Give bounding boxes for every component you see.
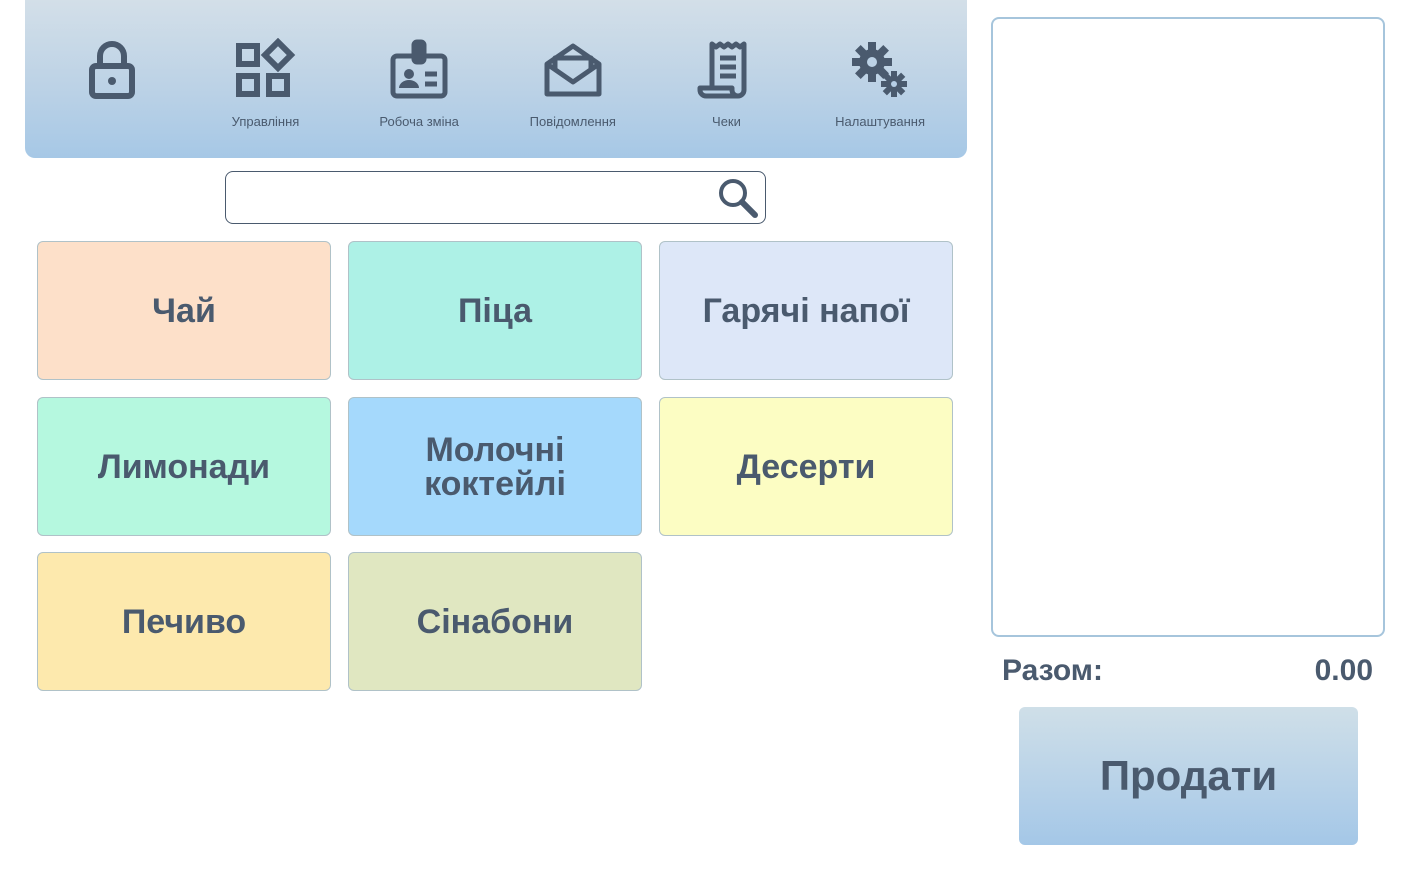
receipt-icon	[694, 38, 758, 102]
settings-button[interactable]: Налаштування	[805, 0, 955, 158]
top-toolbar: Управління Робоча зміна Повідомлення Чек…	[25, 0, 967, 158]
total-value: 0.00	[1314, 654, 1373, 687]
id-badge-icon	[387, 38, 451, 102]
category-pizza[interactable]: Піца	[348, 241, 642, 380]
widgets-icon	[233, 38, 297, 102]
settings-label: Налаштування	[835, 114, 926, 129]
category-tea[interactable]: Чай	[37, 241, 331, 380]
category-hot-drinks[interactable]: Гарячі напої	[659, 241, 953, 380]
gears-icon	[848, 38, 912, 102]
total-label: Разом:	[1002, 654, 1103, 687]
receipts-label: Чеки	[712, 114, 741, 129]
search-box	[225, 171, 766, 224]
category-desserts[interactable]: Десерти	[659, 397, 953, 536]
lock-button[interactable]	[37, 0, 187, 158]
category-cinnabons[interactable]: Сінабони	[348, 552, 642, 691]
search-icon[interactable]	[717, 177, 759, 219]
sell-button[interactable]: Продати	[1019, 707, 1358, 845]
work-shift-button[interactable]: Робоча зміна	[344, 0, 494, 158]
search-input[interactable]	[236, 180, 706, 215]
messages-label: Повідомлення	[529, 114, 616, 129]
receipts-button[interactable]: Чеки	[651, 0, 801, 158]
category-milkshakes[interactable]: Молочні коктейлі	[348, 397, 642, 536]
envelope-open-icon	[541, 38, 605, 102]
category-cookies[interactable]: Печиво	[37, 552, 331, 691]
management-label: Управління	[231, 114, 300, 129]
work-shift-label: Робоча зміна	[379, 114, 459, 129]
messages-button[interactable]: Повідомлення	[498, 0, 648, 158]
lock-icon	[80, 38, 144, 102]
category-lemonades[interactable]: Лимонади	[37, 397, 331, 536]
receipt-panel[interactable]	[991, 17, 1385, 637]
management-button[interactable]: Управління	[190, 0, 340, 158]
